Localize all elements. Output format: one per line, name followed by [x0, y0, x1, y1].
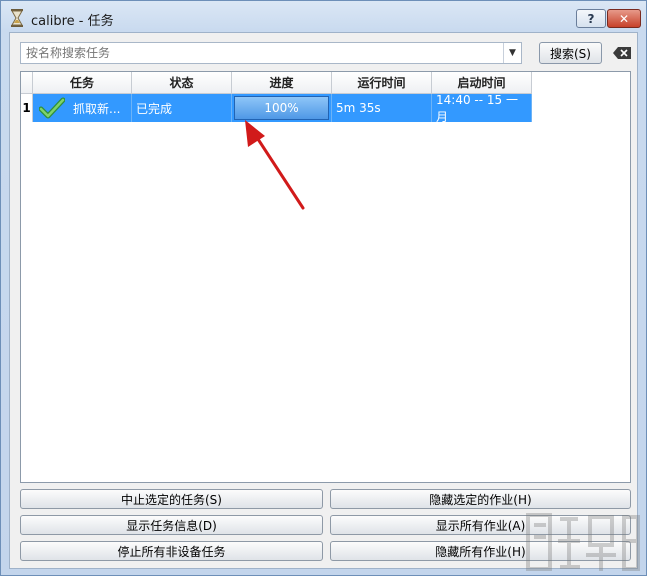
progress-text: 100%	[264, 101, 299, 115]
close-button[interactable]: ✕	[607, 9, 641, 28]
search-input[interactable]	[21, 43, 503, 63]
progress-bar: 100%	[234, 96, 329, 120]
column-header-task[interactable]: 任务	[33, 72, 132, 94]
help-icon: ?	[587, 11, 595, 26]
watermark-logo	[526, 513, 640, 571]
cell-start-time: 14:40 -- 15 一月	[432, 93, 532, 124]
search-combobox[interactable]: ▼	[20, 42, 522, 64]
column-header-progress[interactable]: 进度	[232, 72, 332, 94]
cell-progress: 100%	[232, 94, 332, 122]
close-icon: ✕	[618, 11, 630, 26]
cell-status: 已完成	[132, 94, 232, 122]
dialog-body: ▼ 搜索(S) 任务 状态 进度 运行时间 启动时间 1	[9, 32, 638, 569]
cell-task: 抓取新...	[33, 94, 132, 122]
checkmark-icon	[39, 97, 65, 119]
window-title: calibre - 任务	[31, 14, 114, 29]
column-header-status[interactable]: 状态	[132, 72, 232, 94]
cell-runtime: 5m 35s	[332, 94, 432, 122]
stop-non-device-button[interactable]: 停止所有非设备任务	[20, 541, 323, 561]
jobs-window: calibre - 任务 ? ✕ ▼ 搜索(S) 任务 状态 进度 运行时间	[0, 0, 647, 576]
search-button[interactable]: 搜索(S)	[539, 42, 602, 64]
abort-selected-button[interactable]: 中止选定的任务(S)	[20, 489, 323, 509]
help-button[interactable]: ?	[576, 9, 606, 28]
backspace-icon	[613, 47, 631, 59]
hourglass-icon	[11, 9, 23, 27]
header-corner	[21, 72, 33, 94]
jobs-table[interactable]: 任务 状态 进度 运行时间 启动时间 1 抓取新... 已完成 100% 5m …	[20, 71, 631, 483]
chevron-down-icon[interactable]: ▼	[503, 43, 521, 63]
show-info-button[interactable]: 显示任务信息(D)	[20, 515, 323, 535]
hide-selected-button[interactable]: 隐藏选定的作业(H)	[330, 489, 631, 509]
row-number: 1	[21, 94, 33, 122]
task-name: 抓取新...	[73, 101, 121, 116]
clear-search-button[interactable]	[609, 42, 635, 64]
table-row[interactable]: 1 抓取新... 已完成 100% 5m 35s 14:40 -- 15 一月	[21, 93, 532, 124]
title-bar: calibre - 任务 ? ✕	[1, 1, 646, 33]
column-header-runtime[interactable]: 运行时间	[332, 72, 432, 94]
